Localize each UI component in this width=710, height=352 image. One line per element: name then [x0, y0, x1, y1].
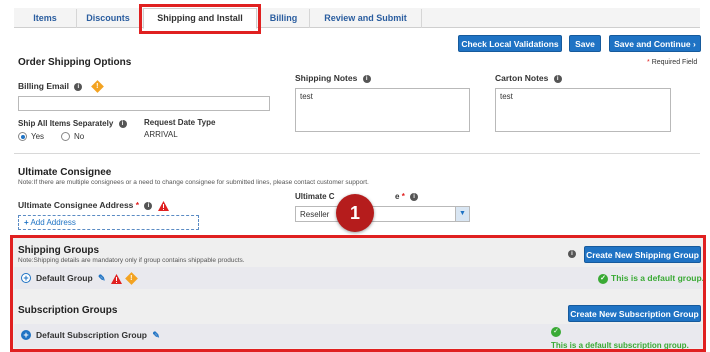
- info-icon: i: [362, 74, 371, 83]
- radio-yes[interactable]: [18, 132, 27, 141]
- carton-notes-textarea[interactable]: test: [495, 88, 671, 132]
- ultimate-consignee-note: Note:If there are multiple consignees or…: [18, 179, 369, 186]
- carton-notes-label-text: Carton Notes: [495, 73, 549, 83]
- consignee-type-label-right: e: [395, 192, 400, 201]
- warning-diamond-icon: !: [90, 80, 104, 94]
- groups-highlight-box: [10, 235, 706, 352]
- radio-yes-label: Yes: [31, 132, 45, 141]
- info-icon: i: [553, 74, 562, 83]
- ultimate-consignee-title: Ultimate Consignee: [18, 167, 112, 178]
- warning-triangle-icon: [157, 200, 169, 211]
- consignee-type-label-left: Ultimate C: [295, 192, 335, 201]
- add-address-button[interactable]: + Add Address: [18, 215, 199, 230]
- order-shipping-options-title: Order Shipping Options: [18, 57, 132, 68]
- billing-email-label: Billing Email i !: [18, 80, 104, 94]
- check-local-validations-button[interactable]: Check Local Validations: [458, 35, 562, 52]
- radio-no[interactable]: [61, 132, 70, 141]
- tab-items[interactable]: Items: [14, 9, 77, 28]
- info-icon: i: [74, 82, 83, 91]
- tab-billing[interactable]: Billing: [258, 9, 310, 28]
- carton-notes-label: Carton Notes i: [495, 73, 562, 83]
- radio-no-label: No: [74, 132, 85, 141]
- consignee-address-label-text: Ultimate Consignee Address: [18, 200, 134, 210]
- plus-icon: +: [24, 218, 29, 227]
- ship-all-separately-text: Ship All Items Separately: [18, 119, 114, 128]
- save-and-continue-button[interactable]: Save and Continue ›: [609, 35, 701, 52]
- required-field-text: Required Field: [651, 59, 698, 66]
- shipping-notes-textarea[interactable]: test: [295, 88, 470, 132]
- info-icon: i: [410, 192, 419, 201]
- ship-all-separately-label: Ship All Items Separately i: [18, 119, 127, 128]
- save-button[interactable]: Save: [569, 35, 601, 52]
- tab-discounts[interactable]: Discounts: [77, 9, 140, 28]
- consignee-address-label: Ultimate Consignee Address * i: [18, 200, 169, 211]
- add-address-label: Add Address: [30, 218, 76, 227]
- section-divider: [14, 153, 700, 154]
- info-icon: i: [144, 201, 153, 210]
- required-asterisk: *: [135, 200, 140, 210]
- request-date-type-label: Request Date Type: [144, 118, 216, 127]
- tab-review-and-submit[interactable]: Review and Submit: [310, 9, 422, 28]
- billing-email-label-text: Billing Email: [18, 81, 70, 91]
- required-asterisk: *: [647, 59, 650, 66]
- tab-highlight-box: [139, 4, 261, 34]
- required-field-note: * Required Field: [647, 59, 697, 66]
- consignee-type-value: Reseller: [300, 210, 330, 219]
- info-icon: i: [118, 119, 127, 128]
- shipping-notes-label: Shipping Notes i: [295, 73, 371, 83]
- billing-email-input[interactable]: [18, 96, 270, 111]
- required-asterisk: *: [401, 192, 405, 201]
- chevron-down-icon[interactable]: ▼: [455, 207, 469, 221]
- consignee-type-select[interactable]: Reseller ▼: [295, 206, 470, 222]
- shipping-notes-label-text: Shipping Notes: [295, 73, 358, 83]
- step-callout-badge: 1: [336, 194, 374, 232]
- request-date-type-value: ARRIVAL: [144, 130, 178, 139]
